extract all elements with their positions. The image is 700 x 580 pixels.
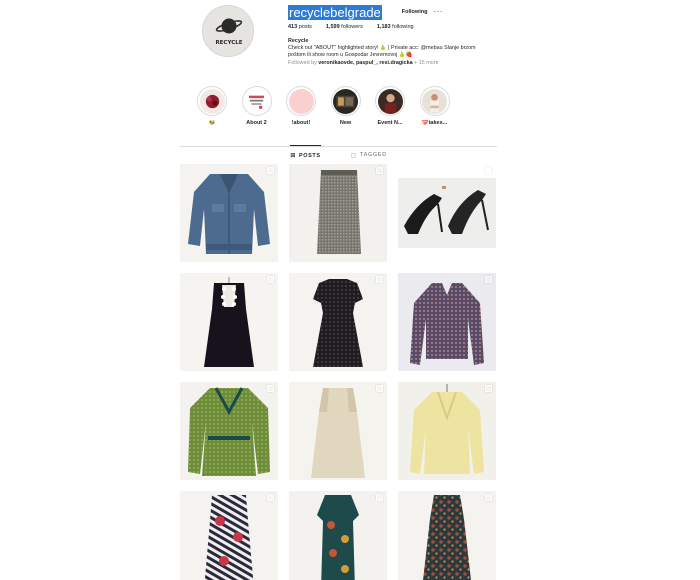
highlight-label: About 2 [246,120,267,126]
green-dress-image [180,382,278,480]
select-checkbox[interactable] [376,167,383,174]
tweed-skirt-image [289,164,387,262]
denim-jacket-image [180,164,278,262]
post-thumbnail[interactable] [180,164,278,262]
highlight-item[interactable]: Event N... [368,86,412,126]
highlight-ring [375,86,405,116]
highlight-cover [199,88,225,114]
select-checkbox[interactable] [485,276,492,283]
stat-posts: 413 posts [288,24,312,30]
highlight-label: Event N... [377,120,403,126]
post-thumbnail[interactable] [180,382,278,480]
followed-by[interactable]: Followed by veronikaovde, paspul_, resi.… [288,60,503,67]
followed-by-suffix: + 15 more [412,59,439,66]
print-blouse-image [398,273,496,371]
stat-following-value: 1,183 [376,24,391,30]
highlight-item[interactable]: !about! [279,86,323,126]
select-checkbox[interactable] [485,494,492,501]
highlight-cover [244,88,269,114]
stat-followers-label: followers [341,24,363,30]
highlight-ring [419,86,450,116]
striped-floral-dress-image [180,491,278,580]
profile-stats: 413 posts 1,599 followers 1,183 followin… [288,24,428,30]
post-thumbnail[interactable] [398,491,496,580]
stat-posts-label: posts [298,24,312,30]
tag-icon: ▢ [350,152,357,159]
post-thumbnail[interactable] [180,491,278,580]
select-checkbox[interactable] [267,385,274,392]
followed-by-prefix: Followed by [288,59,319,66]
highlight-item[interactable]: 🐝 [190,86,234,126]
select-checkbox[interactable] [376,385,383,392]
highlight-cover [333,88,358,114]
tab-tagged[interactable]: ▢ TAGGED [351,146,387,159]
username-row: recyclebelgrade Following ··· [288,4,443,20]
select-checkbox[interactable] [267,167,274,174]
dark-floral-dress-image [398,491,496,580]
select-checkbox[interactable] [267,276,274,283]
highlight-cover [288,88,314,114]
highlight-cover [377,88,403,114]
profile-avatar[interactable]: RECYCLE [202,5,254,57]
select-checkbox[interactable] [485,167,492,174]
select-checkbox[interactable] [267,494,274,501]
highlight-item[interactable]: 💝takes... [413,86,457,126]
floral-black-dress-image [289,273,387,371]
tab-posts-label: POSTS [298,152,321,159]
stat-following[interactable]: 1,183 following [377,24,414,30]
yellow-blouse-image [398,382,496,480]
post-thumbnail[interactable] [398,382,496,480]
select-checkbox[interactable] [376,276,383,283]
post-thumbnail[interactable] [180,273,278,371]
post-thumbnail[interactable] [289,382,387,480]
highlight-label: 💝takes... [421,120,448,126]
post-thumbnail[interactable] [398,273,496,371]
post-thumbnail[interactable] [289,164,387,262]
stat-followers[interactable]: 1,599 followers [326,24,363,30]
more-options-icon[interactable]: ··· [433,7,443,17]
saturn-logo-icon: RECYCLE [203,6,253,56]
profile-username[interactable]: recyclebelgrade [288,4,382,20]
profile-tabs: ⊞ POSTS ▢ TAGGED [180,145,497,159]
highlight-ring [197,86,227,116]
highlight-ring [241,86,272,116]
story-highlights: 🐝 About 2 !about! New Event N... 💝takes.… [190,86,457,126]
highlight-label: 🐝 [208,120,216,126]
posts-grid [180,164,497,580]
profile-header: RECYCLE recyclebelgrade Following ··· 41… [0,0,700,80]
highlight-item[interactable]: About 2 [235,86,279,126]
stat-posts-value: 413 [288,24,298,30]
teal-floral-dress-image [289,491,387,580]
post-thumbnail[interactable] [398,164,496,262]
heels-image [398,164,496,262]
highlight-label: !about! [291,120,311,126]
bio-line-2: poštom ili show room u Gospodar Jevremov… [288,52,413,59]
stat-following-label: following [392,24,414,30]
highlight-cover [422,88,447,114]
post-thumbnail[interactable] [289,273,387,371]
black-dress-image [180,273,278,371]
beige-dress-image [289,382,387,480]
highlight-item[interactable]: New [324,86,368,126]
stat-followers-value: 1,599 [325,24,340,30]
tab-posts[interactable]: ⊞ POSTS [290,145,321,159]
post-thumbnail[interactable] [289,491,387,580]
select-checkbox[interactable] [485,385,492,392]
profile-bio: Recycle Check out "ABOUT" highlighted st… [288,38,503,67]
highlight-ring [330,86,361,116]
avatar-logo-text: RECYCLE [215,40,242,46]
highlight-ring [286,86,316,116]
followed-by-names: veronikaovde, paspul_, resi.dragicka [318,59,413,66]
grid-icon: ⊞ [290,153,296,159]
select-checkbox[interactable] [376,494,383,501]
highlight-label: New [339,120,352,126]
tab-tagged-label: TAGGED [359,152,387,158]
following-button[interactable]: Following [402,7,428,17]
